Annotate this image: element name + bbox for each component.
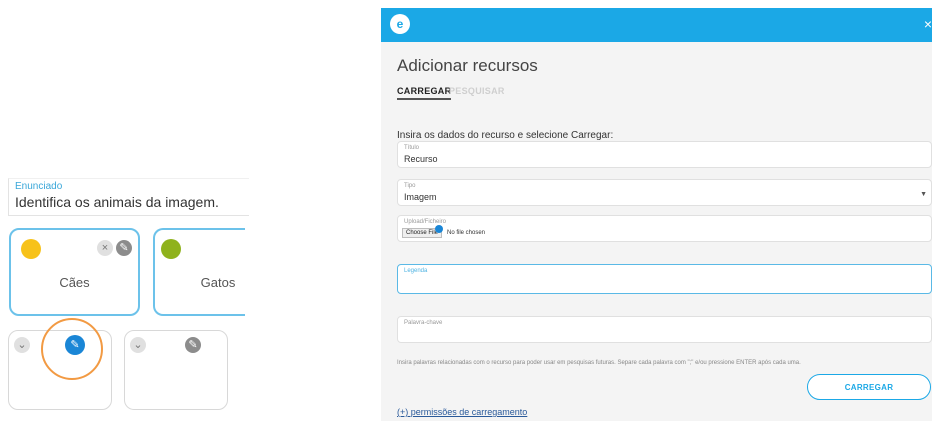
close-icon[interactable]: × [924,16,932,32]
answer-card-caes[interactable]: × ✎ Cães [9,228,140,316]
title-field[interactable]: Título Recurso [397,141,932,168]
statement-field[interactable]: Enunciado Identifica os animais da image… [8,178,249,216]
mouse-cursor-icon [435,225,443,233]
caption-label: Legenda [404,268,428,274]
upload-button[interactable]: CARREGAR [807,374,931,400]
type-value[interactable]: Imagem [404,192,437,202]
remove-icon[interactable]: × [97,240,113,256]
color-dot [161,239,181,259]
add-resources-modal: e × Adicionar recursos CARREGAR PESQUISA… [381,8,932,421]
statement-value[interactable]: Identifica os animais da imagem. [15,194,219,210]
keywords-field[interactable]: Palavra-chave [397,316,932,343]
color-dot [21,239,41,259]
modal-header: e × [381,8,932,42]
card-label: Gatos [200,275,236,290]
dropdown-arrow-icon[interactable]: ▼ [920,191,927,198]
chevron-down-icon[interactable]: ⌄ [14,337,30,353]
image-card-2[interactable]: ⌄ ✎ [124,330,228,410]
file-status: No file chosen [447,230,486,236]
tab-upload[interactable]: CARREGAR [397,86,452,100]
title-value[interactable]: Recurso [404,154,438,164]
highlight-ring [41,318,103,380]
type-select[interactable]: Tipo Imagem ▼ [397,179,932,206]
title-label: Título [404,145,420,151]
upload-permissions-link[interactable]: (+) permissões de carregamento [397,407,527,417]
statement-label: Enunciado [15,181,63,192]
app-logo: e [390,14,410,34]
caption-field[interactable]: Legenda [397,264,932,294]
answer-card-gatos[interactable]: Gatos [153,228,245,316]
file-upload-field[interactable]: Upload/Ficheiro Choose File No file chos… [397,215,932,242]
tab-search[interactable]: PESQUISAR [449,86,505,96]
instructions: Insira os dados do recurso e selecione C… [397,130,614,141]
edit-icon[interactable]: ✎ [116,240,132,256]
card-label: Cães [59,275,90,290]
type-label: Tipo [404,183,416,189]
chevron-down-icon[interactable]: ⌄ [130,337,146,353]
keywords-help-text: Insira palavras relacionadas com o recur… [397,360,801,366]
edit-icon[interactable]: ✎ [185,337,201,353]
modal-title: Adicionar recursos [397,56,538,75]
keywords-label: Palavra-chave [404,320,443,326]
